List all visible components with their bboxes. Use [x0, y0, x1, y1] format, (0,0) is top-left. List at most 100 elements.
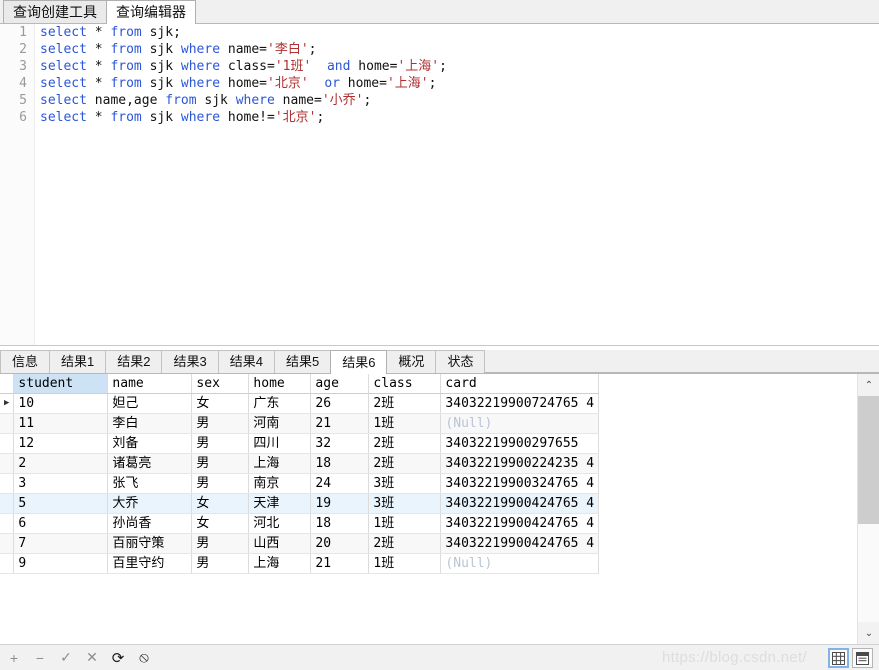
- cell-name[interactable]: 大乔: [107, 493, 193, 514]
- row-marker[interactable]: [0, 433, 15, 454]
- cell-sex[interactable]: 男: [191, 473, 250, 494]
- row-marker[interactable]: ▶: [0, 393, 15, 414]
- column-header-card[interactable]: card: [440, 374, 600, 394]
- cell-home[interactable]: 河北: [248, 513, 312, 534]
- cell-student[interactable]: 12: [13, 433, 109, 454]
- result-tab-4[interactable]: 结果4: [217, 350, 275, 373]
- cell-student[interactable]: 6: [13, 513, 109, 534]
- row-marker[interactable]: [0, 493, 15, 514]
- row-marker[interactable]: [0, 453, 15, 474]
- table-row[interactable]: 9 百里守约男上海 21 1班 (Null): [0, 553, 600, 574]
- cell-sex[interactable]: 男: [191, 553, 250, 574]
- cell-age[interactable]: 26: [310, 393, 370, 414]
- row-marker[interactable]: [0, 533, 15, 554]
- cell-home[interactable]: 四川: [248, 433, 312, 454]
- code-line[interactable]: select * from sjk where name='李白';: [40, 41, 879, 58]
- result-tab-5[interactable]: 结果5: [273, 350, 332, 373]
- code-line[interactable]: select * from sjk where home='北京' or hom…: [40, 75, 879, 92]
- row-marker[interactable]: [0, 553, 15, 574]
- cell-class[interactable]: 1班: [368, 513, 442, 534]
- cell-card[interactable]: 34032219900424765 4: [440, 513, 600, 534]
- cell-card[interactable]: 34032219900424765 4: [440, 533, 600, 554]
- cell-name[interactable]: 孙尚香: [107, 513, 193, 534]
- cell-name[interactable]: 百里守约: [107, 553, 193, 574]
- cell-age[interactable]: 21: [310, 553, 370, 574]
- cell-home[interactable]: 河南: [248, 413, 312, 434]
- results-table-body[interactable]: ▶ 10 妲己女广东 26 2班 34032219900724765 4 11 李白男河南 21…: [0, 393, 600, 574]
- cell-sex[interactable]: 女: [191, 493, 250, 514]
- cell-student[interactable]: 5: [13, 493, 109, 514]
- cell-card[interactable]: (Null): [440, 553, 600, 574]
- cell-card[interactable]: 34032219900324765 4: [440, 473, 600, 494]
- table-row[interactable]: ▶ 10 妲己女广东 26 2班 34032219900724765 4: [0, 393, 600, 414]
- cell-class[interactable]: 2班: [368, 393, 442, 414]
- cell-sex[interactable]: 男: [191, 433, 250, 454]
- result-tab-status[interactable]: 状态: [435, 350, 486, 373]
- row-marker[interactable]: [0, 473, 15, 494]
- column-header-age[interactable]: age: [310, 374, 370, 394]
- scroll-up-arrow-icon[interactable]: ⌃: [858, 374, 879, 396]
- cell-age[interactable]: 21: [310, 413, 370, 434]
- cell-name[interactable]: 百丽守策: [107, 533, 193, 554]
- column-header-home[interactable]: home: [248, 374, 312, 394]
- results-vertical-scrollbar[interactable]: ⌃ ⌄: [857, 374, 879, 644]
- cell-student[interactable]: 2: [13, 453, 109, 474]
- cell-name[interactable]: 诸葛亮: [107, 453, 193, 474]
- cell-home[interactable]: 广东: [248, 393, 312, 414]
- cell-sex[interactable]: 女: [191, 393, 250, 414]
- cell-student[interactable]: 3: [13, 473, 109, 494]
- cell-name[interactable]: 妲己: [107, 393, 193, 414]
- cell-class[interactable]: 2班: [368, 433, 442, 454]
- cell-sex[interactable]: 男: [191, 413, 250, 434]
- code-line[interactable]: select * from sjk where home!='北京';: [40, 109, 879, 126]
- cell-age[interactable]: 18: [310, 513, 370, 534]
- cell-class[interactable]: 3班: [368, 473, 442, 494]
- cell-age[interactable]: 18: [310, 453, 370, 474]
- cell-student[interactable]: 9: [13, 553, 109, 574]
- cell-home[interactable]: 南京: [248, 473, 312, 494]
- column-header-student[interactable]: student: [13, 374, 109, 394]
- cell-card[interactable]: (Null): [440, 413, 600, 434]
- cell-home[interactable]: 上海: [248, 453, 312, 474]
- cell-class[interactable]: 2班: [368, 453, 442, 474]
- sql-editor-pane[interactable]: 123456 select * from sjk; select * from s…: [0, 24, 879, 346]
- stop-button[interactable]: ⦸: [132, 648, 156, 668]
- results-grid[interactable]: student name sex home age class card ▶ 10 妲己女广东 2…: [0, 374, 879, 644]
- row-marker[interactable]: [0, 413, 15, 434]
- results-table[interactable]: student name sex home age class card ▶ 10 妲己女广东 2…: [0, 374, 600, 574]
- row-marker[interactable]: [0, 513, 15, 534]
- table-row[interactable]: 6 孙尚香女河北 18 1班 34032219900424765 4: [0, 513, 600, 534]
- cell-sex[interactable]: 男: [191, 453, 250, 474]
- cell-class[interactable]: 2班: [368, 533, 442, 554]
- cell-age[interactable]: 20: [310, 533, 370, 554]
- cell-sex[interactable]: 男: [191, 533, 250, 554]
- table-row[interactable]: 3 张飞男南京 24 3班 34032219900324765 4: [0, 473, 600, 494]
- cell-class[interactable]: 1班: [368, 553, 442, 574]
- cell-class[interactable]: 1班: [368, 413, 442, 434]
- result-tab-2[interactable]: 结果2: [105, 350, 163, 373]
- cell-age[interactable]: 19: [310, 493, 370, 514]
- cell-name[interactable]: 张飞: [107, 473, 193, 494]
- cell-card[interactable]: 34032219900424765 4: [440, 493, 600, 514]
- form-view-button[interactable]: [852, 648, 873, 668]
- cell-student[interactable]: 10: [13, 393, 109, 414]
- column-header-class[interactable]: class: [368, 374, 442, 394]
- sql-code-area[interactable]: select * from sjk; select * from sjk wher…: [40, 24, 879, 126]
- result-tab-profile[interactable]: 概况: [386, 350, 437, 373]
- refresh-button[interactable]: ⟳: [106, 648, 130, 668]
- code-line[interactable]: select * from sjk where class='1班' and h…: [40, 58, 879, 75]
- cell-age[interactable]: 32: [310, 433, 370, 454]
- grid-view-button[interactable]: [828, 648, 849, 668]
- cell-home[interactable]: 天津: [248, 493, 312, 514]
- scroll-down-arrow-icon[interactable]: ⌄: [858, 622, 879, 644]
- cell-card[interactable]: 34032219900297655: [440, 433, 600, 454]
- cell-class[interactable]: 3班: [368, 493, 442, 514]
- result-tab-info[interactable]: 信息: [0, 350, 51, 373]
- cell-name[interactable]: 刘备: [107, 433, 193, 454]
- scrollbar-track[interactable]: [858, 396, 879, 622]
- scrollbar-thumb[interactable]: [858, 396, 879, 524]
- table-row[interactable]: 7 百丽守策男山西 20 2班 34032219900424765 4: [0, 533, 600, 554]
- cell-home[interactable]: 上海: [248, 553, 312, 574]
- cell-sex[interactable]: 女: [191, 513, 250, 534]
- tab-query-builder[interactable]: 查询创建工具: [3, 0, 107, 23]
